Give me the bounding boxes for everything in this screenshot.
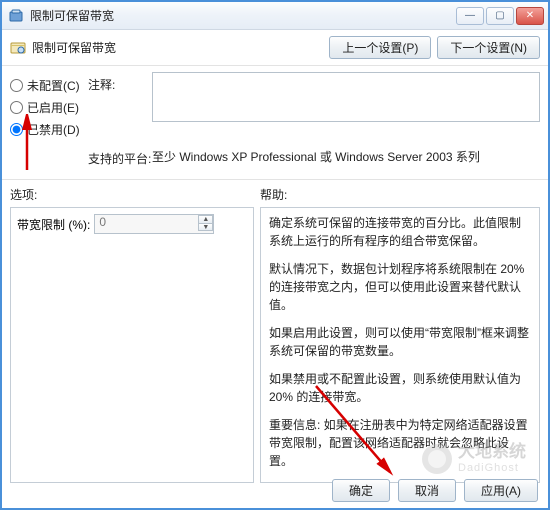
minimize-button[interactable]: —: [456, 7, 484, 25]
radio-not-configured[interactable]: 未配置(C): [10, 74, 88, 96]
app-icon: [8, 8, 24, 24]
radio-not-configured-label: 未配置(C): [27, 77, 80, 94]
help-panel: 确定系统可保留的连接带宽的百分比。此值限制系统上运行的所有程序的组合带宽保留。 …: [260, 207, 540, 483]
separator: [2, 179, 548, 180]
window-titlebar: 限制可保留带宽 — ▢ ✕: [2, 2, 548, 30]
bandwidth-limit-input[interactable]: 0: [94, 214, 214, 234]
radio-enabled-label: 已启用(E): [27, 99, 79, 116]
help-paragraph: 如果启用此设置，则可以使用“带宽限制”框来调整系统可保留的带宽数量。: [269, 324, 531, 360]
spin-up-icon[interactable]: ▲: [198, 215, 213, 223]
radio-not-configured-input[interactable]: [10, 79, 23, 92]
help-paragraph: 重要信息: 如果在注册表中为特定网络适配器设置带宽限制，配置该网络适配器时就会忽…: [269, 416, 531, 470]
dialog-footer: 确定 取消 应用(A): [332, 479, 538, 502]
header-row: 限制可保留带宽 上一个设置(P) 下一个设置(N): [2, 30, 548, 66]
comment-textarea[interactable]: [152, 72, 540, 122]
bandwidth-spinner[interactable]: ▲▼: [198, 215, 213, 231]
state-radio-group: 未配置(C) 已启用(E) 已禁用(D): [10, 72, 88, 140]
header-title: 限制可保留带宽: [32, 39, 329, 56]
radio-enabled-input[interactable]: [10, 101, 23, 114]
window-title: 限制可保留带宽: [30, 7, 456, 24]
prev-setting-button[interactable]: 上一个设置(P): [329, 36, 431, 59]
next-setting-button[interactable]: 下一个设置(N): [437, 36, 540, 59]
options-section-label: 选项:: [10, 186, 260, 203]
help-paragraph: 如果禁用或不配置此设置，则系统使用默认值为 20% 的连接带宽。: [269, 370, 531, 406]
help-paragraph: 默认情况下，数据包计划程序将系统限制在 20% 的连接带宽之内，但可以使用此设置…: [269, 260, 531, 314]
ok-button[interactable]: 确定: [332, 479, 390, 502]
radio-disabled[interactable]: 已禁用(D): [10, 118, 88, 140]
close-button[interactable]: ✕: [516, 7, 544, 25]
apply-button[interactable]: 应用(A): [464, 479, 538, 502]
cancel-button[interactable]: 取消: [398, 479, 456, 502]
comment-label: 注释:: [88, 72, 152, 93]
radio-disabled-input[interactable]: [10, 123, 23, 136]
platform-label: 支持的平台:: [88, 146, 152, 167]
options-panel: 带宽限制 (%): 0 ▲▼: [10, 207, 254, 483]
maximize-button[interactable]: ▢: [486, 7, 514, 25]
platform-value: 至少 Windows XP Professional 或 Windows Ser…: [152, 146, 480, 167]
radio-enabled[interactable]: 已启用(E): [10, 96, 88, 118]
bandwidth-limit-label: 带宽限制 (%):: [17, 216, 90, 233]
help-section-label: 帮助:: [260, 186, 287, 203]
policy-icon: [10, 40, 26, 56]
radio-disabled-label: 已禁用(D): [27, 121, 80, 138]
spin-down-icon[interactable]: ▼: [198, 223, 213, 231]
help-paragraph: 确定系统可保留的连接带宽的百分比。此值限制系统上运行的所有程序的组合带宽保留。: [269, 214, 531, 250]
